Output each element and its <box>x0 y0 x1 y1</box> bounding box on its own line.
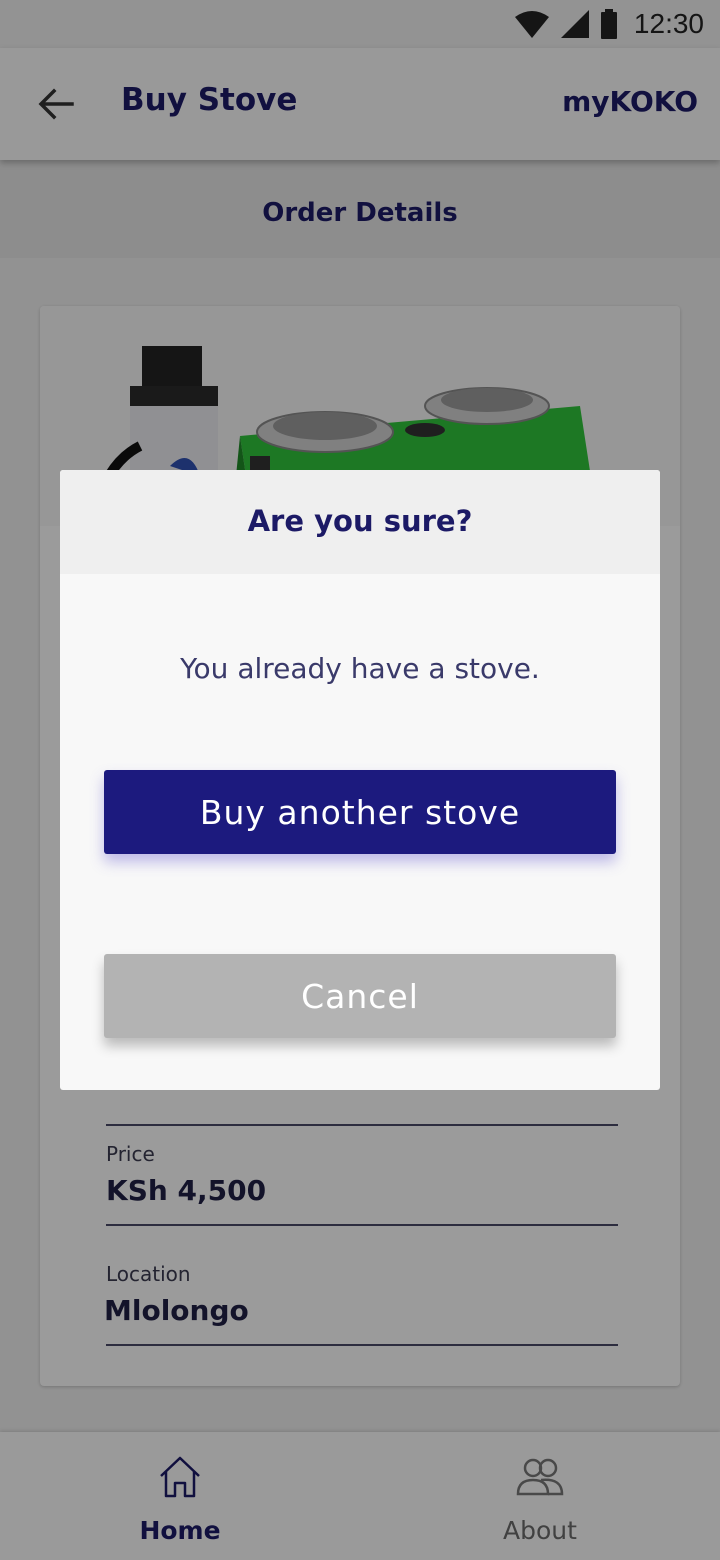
dialog-header: Are you sure? <box>60 470 660 574</box>
dialog-message: You already have a stove. <box>180 652 540 685</box>
buy-another-stove-button[interactable]: Buy another stove <box>104 770 616 854</box>
confirmation-dialog: Are you sure? You already have a stove. … <box>60 470 660 1090</box>
dialog-title: Are you sure? <box>247 504 473 538</box>
cancel-button[interactable]: Cancel <box>104 954 616 1038</box>
